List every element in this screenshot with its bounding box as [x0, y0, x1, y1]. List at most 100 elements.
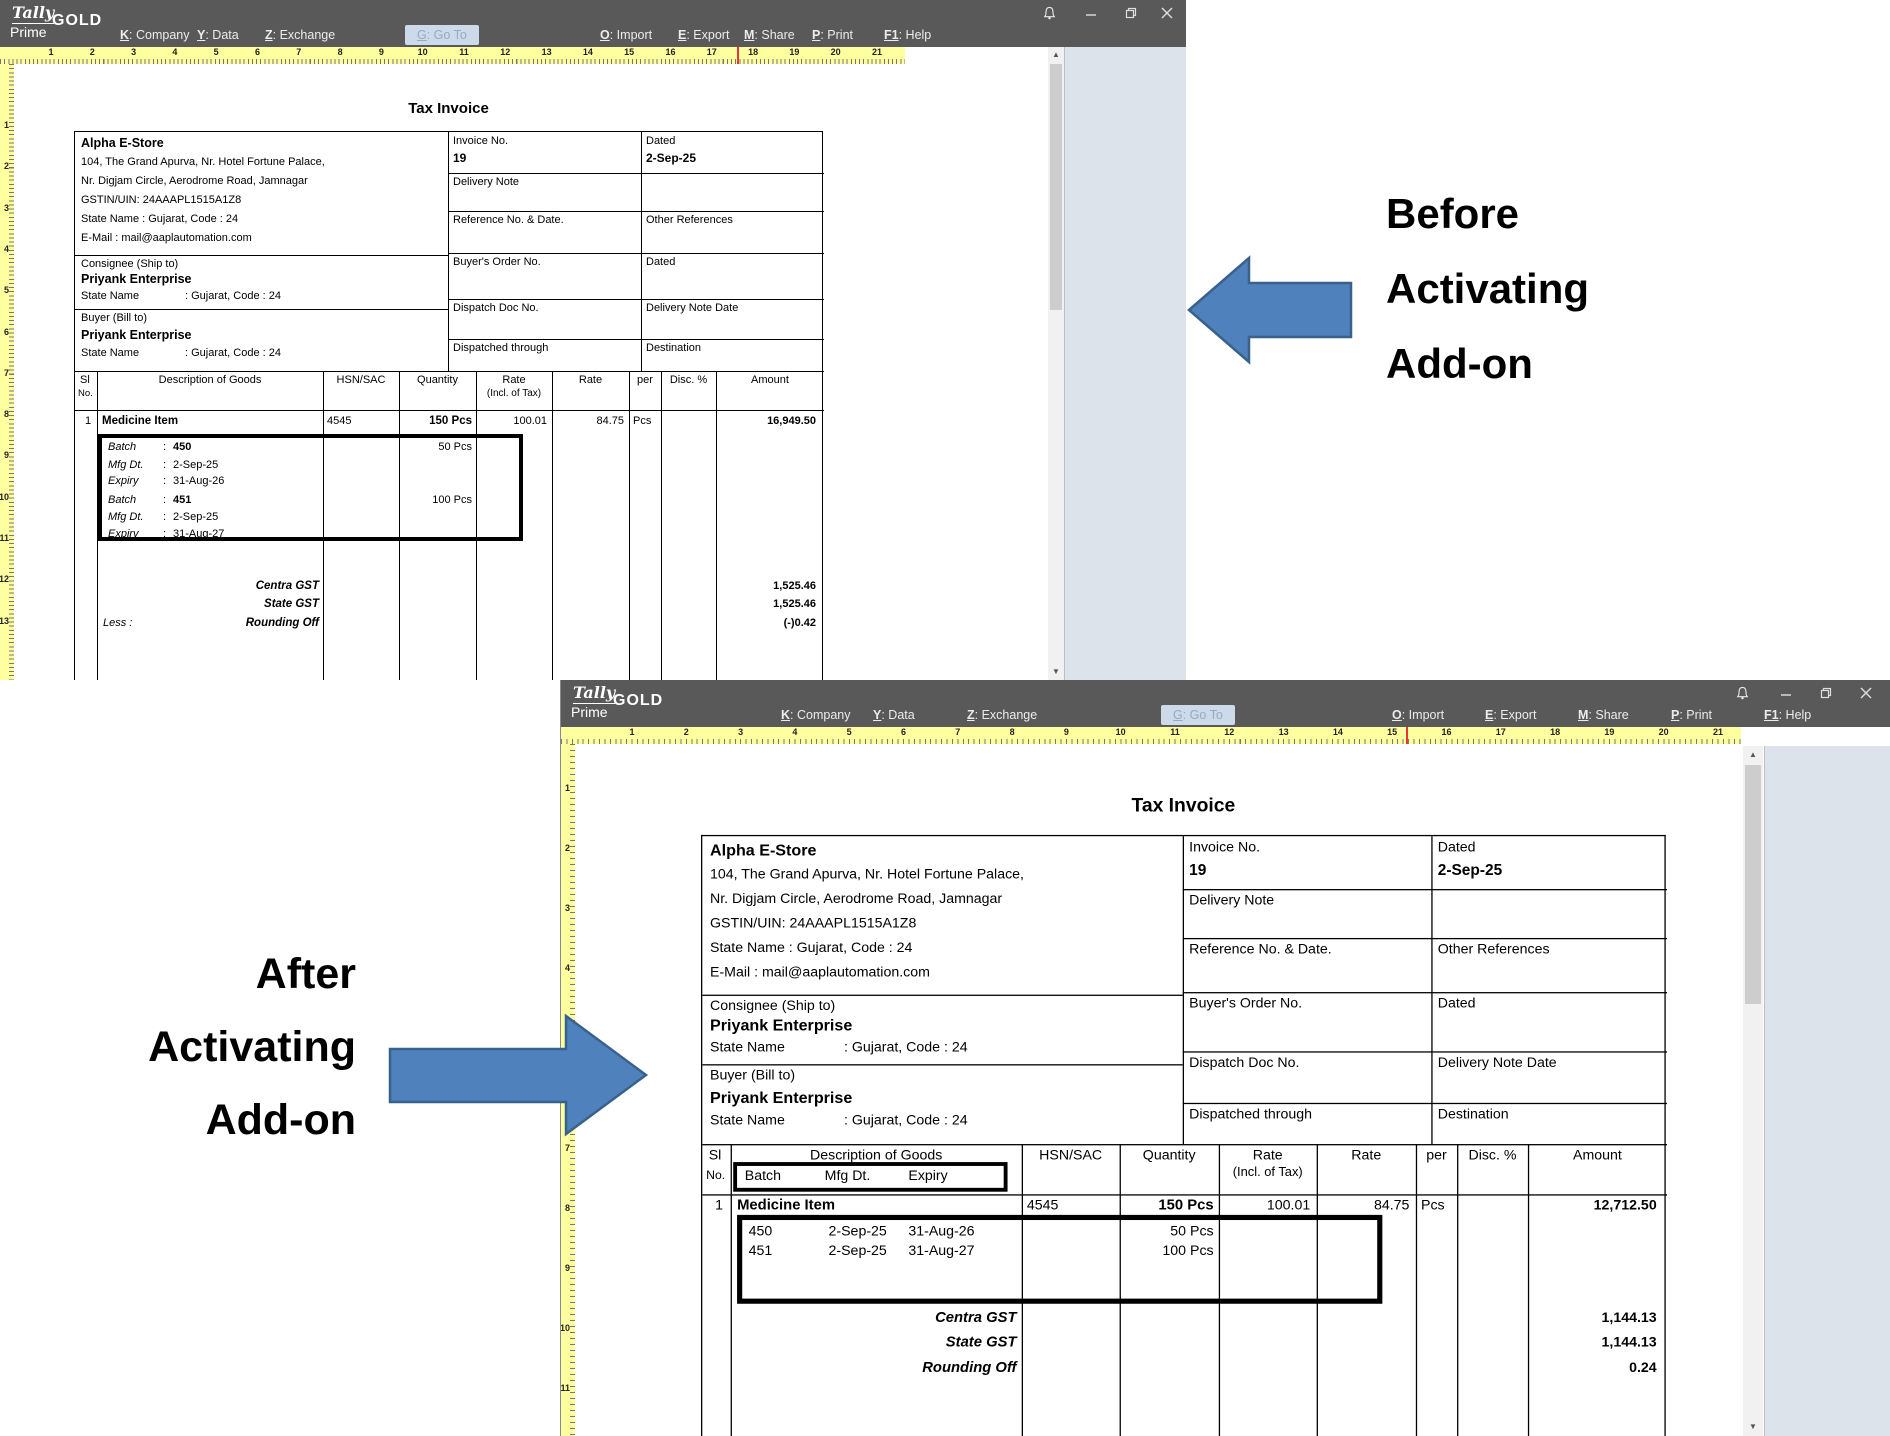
ruler-margin-marker[interactable] [1406, 727, 1408, 744]
ruler-number: 16 [1441, 727, 1451, 737]
ruler-margin-marker[interactable] [737, 47, 739, 64]
tally-logo-prime: Prime [571, 704, 608, 720]
ruler-number: 10 [1116, 727, 1126, 737]
buyer-label: Buyer (Bill to) [81, 312, 147, 324]
batch1-no: 450 [173, 441, 191, 453]
col-hsn: HSN/SAC [1022, 1148, 1120, 1163]
before-arrow-left-icon [1186, 252, 1354, 370]
before-line-2: Activating [1386, 251, 1589, 326]
tax-line-3-label: Rounding Off [702, 1360, 1016, 1375]
ruler-number: 8 [565, 1203, 570, 1213]
col-disc: Disc. % [1457, 1148, 1528, 1163]
vertical-scrollbar[interactable]: ▲ ▼ [1743, 746, 1763, 1436]
menu-item-y[interactable]: Y: Data [873, 708, 915, 722]
batch1-mfg-label: Mfg Dt. [108, 459, 143, 471]
consignee-state-label: State Name [81, 290, 139, 302]
menu-item-p[interactable]: P: Print [812, 28, 853, 42]
consignee-state-value: : Gujarat, Code : 24 [185, 290, 281, 302]
invoice-title: Tax Invoice [74, 100, 823, 117]
ruler-number: 3 [4, 203, 9, 213]
other-references-label: Other References [646, 214, 733, 226]
tax-line-3-label: Rounding Off [75, 617, 319, 629]
col-per: per [629, 374, 661, 386]
menu-item-p[interactable]: P: Print [1671, 708, 1712, 722]
minimize-button[interactable] [1777, 685, 1795, 701]
menu-item-e[interactable]: E: Export [1485, 708, 1536, 722]
ruler-number: 17 [1496, 727, 1506, 737]
dated-value: 2-Sep-25 [1438, 861, 1502, 879]
restore-button[interactable] [1817, 685, 1835, 701]
scroll-down-icon[interactable]: ▼ [1743, 1420, 1763, 1434]
ruler-number: 9 [1064, 727, 1069, 737]
item-rate: 84.75 [1317, 1198, 1410, 1213]
ruler-number: 4 [565, 963, 570, 973]
ruler-number: 9 [379, 47, 384, 57]
invoice-no-value: 19 [1189, 861, 1206, 879]
scrollbar-thumb[interactable] [1050, 64, 1062, 310]
menu-item-g: G: Go To [1161, 705, 1235, 725]
menu-item-g: G: Go To [405, 25, 479, 45]
colon: : [163, 459, 166, 471]
menu-item-m[interactable]: M: Share [744, 28, 795, 42]
ruler-number: 21 [872, 47, 882, 57]
menu-item-z[interactable]: Z: Exchange [967, 708, 1037, 722]
batch1-no: 450 [749, 1224, 773, 1239]
titlebar: Tally Prime GOLD K: CompanyY: DataZ: Exc… [561, 680, 1890, 727]
after-line-1: After [60, 938, 356, 1011]
buyers-order-label: Buyer's Order No. [453, 256, 541, 268]
menu-item-z[interactable]: Z: Exchange [265, 28, 335, 42]
batch1-expiry: 31-Aug-26 [908, 1224, 974, 1239]
seller-email: E-Mail : mail@aaplautomation.com [81, 232, 252, 244]
colon: : [163, 511, 166, 523]
scroll-down-icon[interactable]: ▼ [1048, 665, 1064, 679]
batch1-label: Batch [108, 441, 136, 453]
delivery-note-date-label: Delivery Note Date [646, 302, 738, 314]
close-button[interactable] [1158, 5, 1176, 21]
col-per: per [1416, 1148, 1457, 1163]
seller-address-2: Nr. Digjam Circle, Aerodrome Road, Jamna… [710, 892, 1002, 907]
menu-item-e[interactable]: E: Export [678, 28, 729, 42]
after-arrow-right-icon [388, 1010, 650, 1140]
menu-item-f1[interactable]: F1: Help [884, 28, 931, 42]
dated-value: 2-Sep-25 [646, 151, 696, 165]
batch2-qty: 100 Pcs [399, 494, 472, 506]
ruler-number: 1 [629, 727, 634, 737]
delivery-note-date-label: Delivery Note Date [1438, 1055, 1557, 1070]
scroll-up-icon[interactable]: ▲ [1743, 748, 1763, 762]
menu-item-o[interactable]: O: Import [600, 28, 652, 42]
menu-item-k[interactable]: K: Company [120, 28, 189, 42]
menu-item-y[interactable]: Y: Data [197, 28, 239, 42]
scrollbar-thumb[interactable] [1745, 765, 1761, 1004]
col-disc: Disc. % [661, 374, 716, 386]
restore-button[interactable] [1122, 5, 1140, 21]
item-amount: 12,712.50 [1528, 1198, 1657, 1213]
item-hsn: 4545 [1027, 1198, 1059, 1213]
col-sl-1: Sl [80, 374, 90, 386]
ruler-number: 11 [1170, 727, 1180, 737]
batch2-expiry-label: Expiry [108, 528, 139, 540]
consignee-state-label: State Name [710, 1040, 785, 1055]
horizontal-ruler: 123456789101112131415161718192021 [561, 727, 1741, 744]
ruler-number: 7 [955, 727, 960, 737]
menu-item-m[interactable]: M: Share [1578, 708, 1629, 722]
preview-background [1064, 47, 1186, 680]
menu-item-k[interactable]: K: Company [781, 708, 850, 722]
close-button[interactable] [1857, 685, 1875, 701]
tax-line-2-value: 1,525.46 [682, 598, 816, 610]
ruler-number: 12 [0, 574, 9, 584]
col-quantity: Quantity [399, 374, 476, 386]
notification-bell-icon[interactable] [1040, 5, 1058, 21]
menu-item-o[interactable]: O: Import [1392, 708, 1444, 722]
menu-item-f1[interactable]: F1: Help [1764, 708, 1811, 722]
scroll-up-icon[interactable]: ▲ [1048, 48, 1064, 62]
ruler-number: 4 [4, 244, 9, 254]
minimize-button[interactable] [1082, 5, 1100, 21]
ruler-number: 10 [560, 1323, 570, 1333]
tax-line-3-value: (-)0.42 [682, 617, 816, 629]
tally-logo: Tally [573, 683, 615, 704]
notification-bell-icon[interactable] [1733, 685, 1751, 701]
destination-label: Destination [646, 342, 701, 354]
vertical-scrollbar[interactable]: ▲ ▼ [1048, 47, 1064, 680]
col-amount: Amount [1528, 1148, 1667, 1163]
seller-state: State Name : Gujarat, Code : 24 [81, 213, 238, 225]
